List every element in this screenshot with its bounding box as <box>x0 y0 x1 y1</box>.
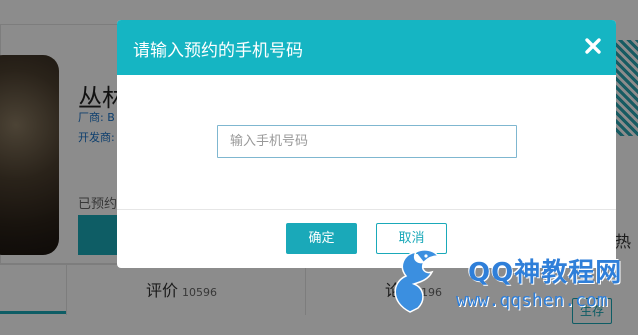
dialog-header: 请输入预约的手机号码 <box>117 20 616 75</box>
dialog-body <box>117 75 616 209</box>
dialog-footer-divider <box>117 209 616 210</box>
confirm-button[interactable]: 确定 <box>286 223 357 254</box>
dialog-title: 请输入预约的手机号码 <box>133 41 303 61</box>
phone-number-input[interactable] <box>217 125 517 158</box>
watermark-title: QQ神教程网 <box>468 258 623 288</box>
dragon-logo-icon <box>394 249 440 313</box>
close-icon[interactable] <box>582 35 604 57</box>
watermark-url: www.qqshen.com <box>456 290 608 311</box>
phone-reservation-dialog: 请输入预约的手机号码 确定 取消 <box>117 20 616 268</box>
watermark: QQ神教程网 www.qqshen.com <box>380 238 638 335</box>
